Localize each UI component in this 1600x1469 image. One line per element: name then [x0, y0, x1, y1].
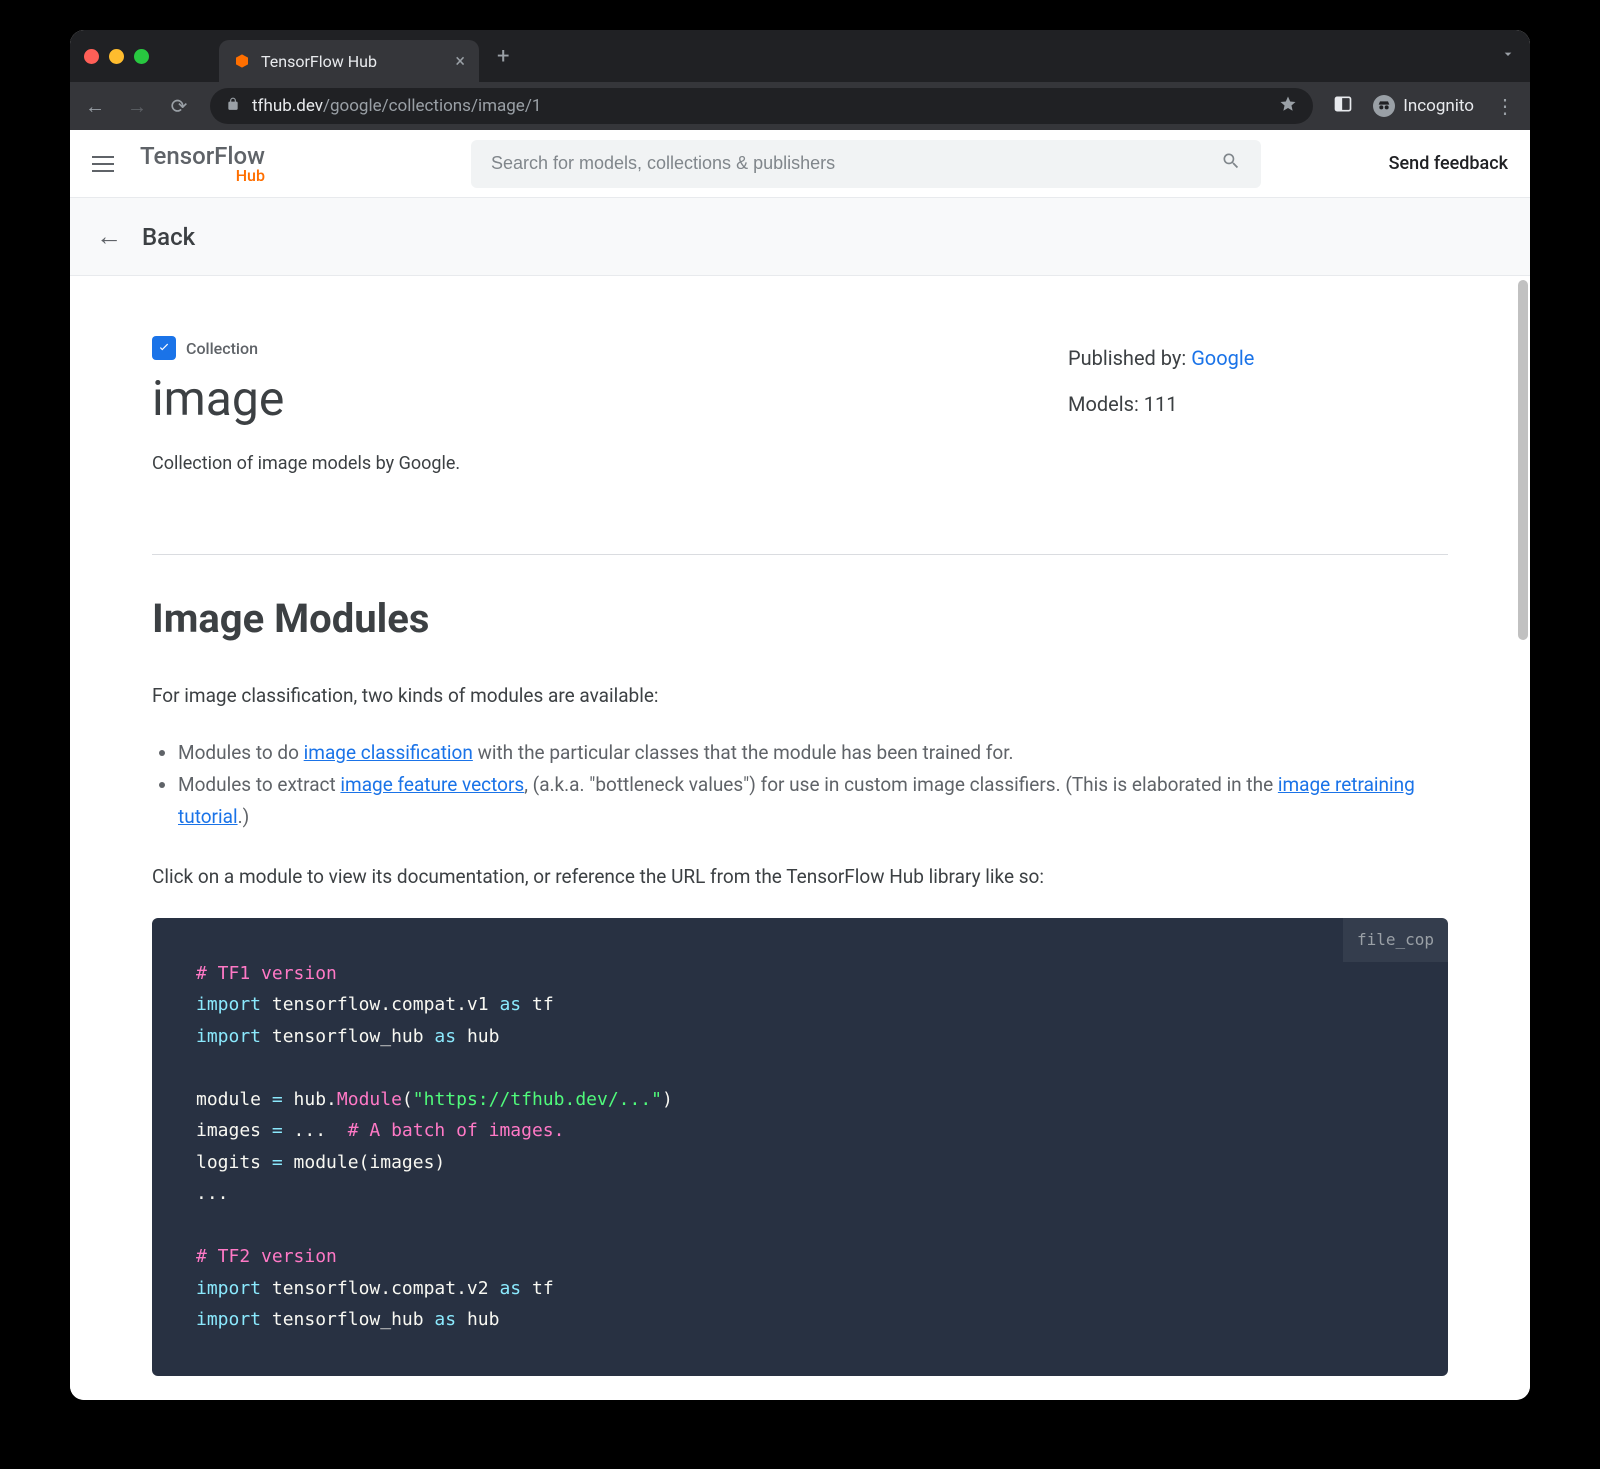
browser-window: TensorFlow Hub × + ← → ⟳ tfhub.dev/googl… — [70, 30, 1530, 1400]
tab-title: TensorFlow Hub — [261, 52, 377, 71]
browser-tab-bar: TensorFlow Hub × + — [70, 30, 1530, 82]
tab-favicon-icon — [233, 52, 251, 70]
models-count: 111 — [1144, 392, 1178, 416]
back-label: Back — [142, 223, 195, 251]
incognito-label: Incognito — [1403, 96, 1474, 116]
collection-meta: Published by: Google Models: 111 — [1068, 336, 1448, 474]
image-feature-vectors-link[interactable]: image feature vectors — [340, 773, 524, 796]
nav-reload-icon[interactable]: ⟳ — [168, 94, 190, 118]
back-arrow-icon: ← — [96, 221, 122, 252]
url-input[interactable]: tfhub.dev/google/collections/image/1 — [210, 88, 1313, 124]
intro-para: For image classification, two kinds of m… — [152, 682, 1448, 711]
back-button[interactable]: ← Back — [96, 221, 195, 252]
collection-badge: Collection — [152, 336, 1068, 360]
collection-badge-label: Collection — [186, 339, 258, 358]
page-content: TensorFlow Hub Send feedback ← Back — [70, 130, 1530, 1400]
bookmark-icon[interactable] — [1279, 95, 1297, 118]
url-text: tfhub.dev/google/collections/image/1 — [252, 96, 541, 116]
site-logo[interactable]: TensorFlow Hub — [140, 144, 265, 184]
window-close-icon[interactable] — [84, 49, 99, 64]
nav-forward-icon[interactable]: → — [126, 94, 148, 119]
published-by-label: Published by: — [1068, 346, 1186, 370]
nav-back-icon[interactable]: ← — [84, 94, 106, 119]
search-icon[interactable] — [1221, 151, 1241, 176]
click-para: Click on a module to view its documentat… — [152, 863, 1448, 892]
lock-icon — [226, 96, 240, 116]
browser-address-bar: ← → ⟳ tfhub.dev/google/collections/image… — [70, 82, 1530, 130]
window-controls — [84, 49, 149, 64]
incognito-icon — [1373, 95, 1395, 117]
new-tab-button[interactable]: + — [497, 44, 509, 69]
search-bar[interactable] — [471, 140, 1261, 188]
panel-icon[interactable] — [1333, 94, 1353, 118]
tabs-dropdown-icon[interactable] — [1500, 46, 1516, 66]
window-minimize-icon[interactable] — [109, 49, 124, 64]
menu-icon[interactable] — [92, 151, 114, 177]
logo-subtext: Hub — [140, 168, 265, 184]
browser-tab[interactable]: TensorFlow Hub × — [219, 40, 479, 82]
page-title: image — [152, 370, 1068, 427]
models-label: Models: — [1068, 392, 1139, 416]
section-heading: Image Modules — [152, 595, 1448, 642]
tab-close-icon[interactable]: × — [455, 51, 465, 72]
subheader: ← Back — [70, 198, 1530, 276]
search-input[interactable] — [491, 153, 1221, 174]
site-header: TensorFlow Hub Send feedback — [70, 130, 1530, 198]
send-feedback-link[interactable]: Send feedback — [1389, 153, 1508, 174]
list-item: Modules to do image classification with … — [178, 737, 1448, 769]
publisher-link[interactable]: Google — [1191, 346, 1254, 370]
list-item: Modules to extract image feature vectors… — [178, 769, 1448, 834]
copy-code-button[interactable]: file_cop — [1343, 918, 1448, 962]
code-block: file_cop# TF1 version import tensorflow.… — [152, 918, 1448, 1376]
main-content: Collection image Collection of image mod… — [70, 276, 1530, 1376]
image-classification-link[interactable]: image classification — [304, 741, 473, 764]
collection-icon — [152, 336, 176, 360]
incognito-badge[interactable]: Incognito — [1373, 95, 1474, 117]
collection-description: Collection of image models by Google. — [152, 453, 1068, 474]
window-maximize-icon[interactable] — [134, 49, 149, 64]
browser-menu-icon[interactable]: ⋮ — [1494, 94, 1516, 118]
module-kinds-list: Modules to do image classification with … — [152, 737, 1448, 834]
divider — [152, 554, 1448, 555]
